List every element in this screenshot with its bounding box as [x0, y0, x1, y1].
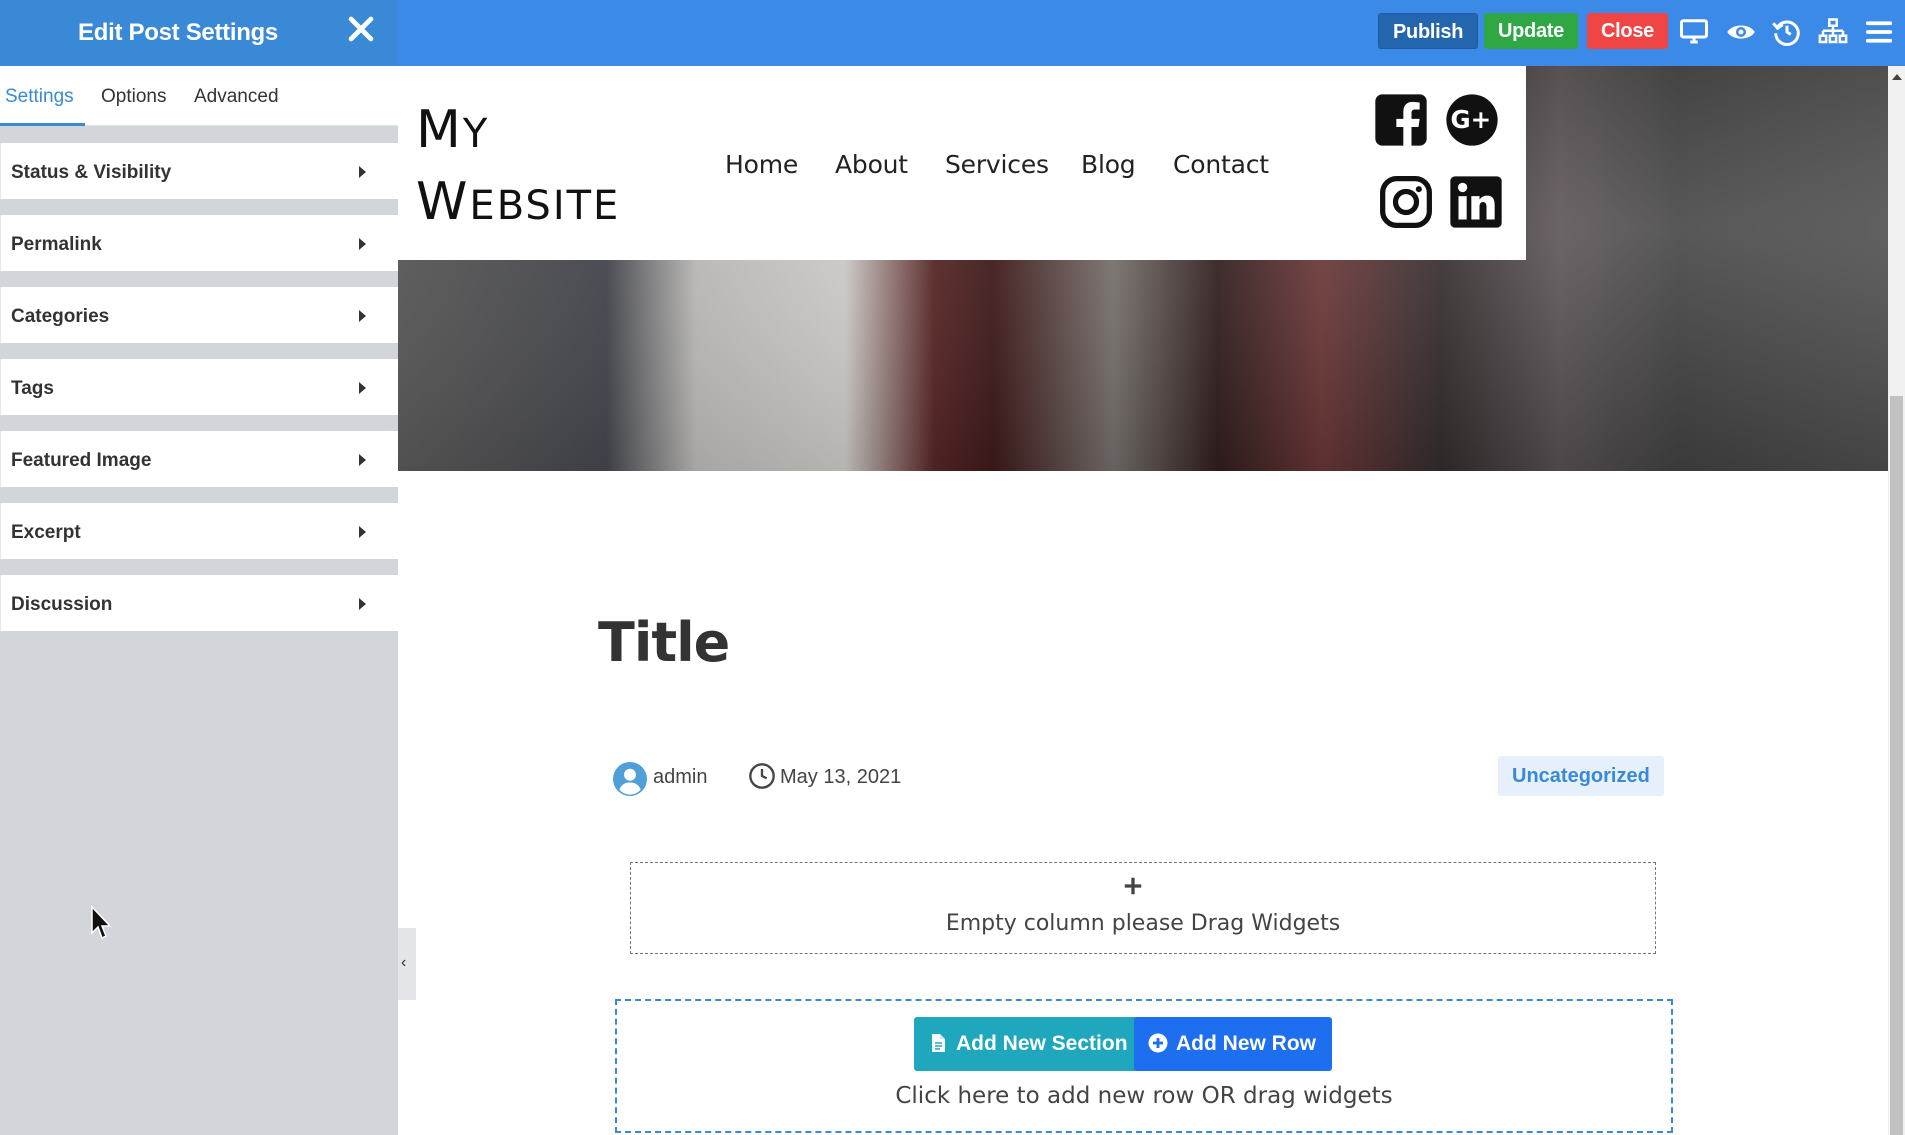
caret-right-icon — [359, 166, 366, 178]
post-author[interactable]: admin — [653, 766, 707, 789]
category-badge[interactable]: Uncategorized — [1498, 756, 1664, 796]
panel-label: Tags — [11, 378, 54, 399]
tab-settings[interactable]: Settings — [5, 86, 74, 108]
document-icon — [932, 1034, 945, 1052]
sidebar-title: Edit Post Settings — [78, 19, 278, 46]
clock-icon — [749, 763, 775, 789]
panel-label: Discussion — [11, 594, 113, 615]
caret-right-icon — [359, 526, 366, 538]
nav-blog[interactable]: Blog — [1081, 150, 1136, 179]
add-row-dropzone[interactable]: Add New Section Add New Row Click here t… — [615, 999, 1673, 1133]
caret-right-icon — [359, 310, 366, 322]
add-new-row-button[interactable]: Add New Row — [1134, 1017, 1332, 1071]
nav-contact[interactable]: Contact — [1173, 150, 1269, 179]
collapse-sidebar-toggle[interactable]: ‹ — [398, 928, 416, 1000]
caret-right-icon — [359, 454, 366, 466]
sidebar-header: Edit Post Settings — [0, 0, 398, 66]
update-button[interactable]: Update — [1484, 13, 1578, 49]
scroll-up-arrow-icon[interactable] — [1892, 74, 1902, 80]
add-section-label: Add New Section — [956, 1032, 1128, 1055]
close-icon — [348, 16, 374, 42]
add-zone-text: Click here to add new row OR drag widget… — [895, 1083, 1393, 1109]
panel-status-visibility[interactable]: Status & Visibility — [0, 143, 398, 199]
publish-button[interactable]: Publish — [1378, 13, 1479, 49]
caret-right-icon — [359, 598, 366, 610]
user-avatar-icon — [613, 762, 647, 796]
nav-about[interactable]: About — [835, 150, 908, 179]
edit-post-settings-sidebar: Edit Post Settings Settings Options Adva… — [0, 0, 398, 1135]
chevron-left-icon: ‹ — [401, 954, 407, 971]
close-sidebar-button[interactable] — [344, 12, 378, 46]
add-row-label: Add New Row — [1176, 1032, 1316, 1055]
mouse-cursor-icon — [91, 905, 112, 940]
page-canvas: MY WEBSITE Home About Services Blog Cont… — [398, 66, 1888, 1135]
panel-tags[interactable]: Tags — [0, 359, 398, 415]
instagram-icon[interactable] — [1378, 174, 1434, 230]
sidebar-tabs: Settings Options Advanced — [0, 66, 398, 126]
panel-featured-image[interactable]: Featured Image — [0, 431, 398, 487]
site-logo[interactable]: MY WEBSITE — [416, 96, 620, 240]
close-button[interactable]: Close — [1587, 13, 1668, 49]
empty-column-dropzone[interactable]: Empty column please Drag Widgets — [630, 862, 1656, 954]
panel-label: Excerpt — [11, 522, 81, 543]
scrollbar-thumb[interactable] — [1890, 396, 1903, 1135]
sitemap-icon[interactable] — [1818, 17, 1848, 47]
nav-services[interactable]: Services — [945, 150, 1049, 179]
tab-advanced[interactable]: Advanced — [194, 86, 279, 108]
page-scrollbar[interactable] — [1888, 66, 1905, 1135]
site-header: MY WEBSITE Home About Services Blog Cont… — [398, 66, 1526, 260]
logo-cap: M — [416, 100, 463, 160]
panel-discussion[interactable]: Discussion — [0, 575, 398, 631]
panel-label: Featured Image — [11, 450, 152, 471]
linkedin-icon[interactable] — [1448, 174, 1504, 230]
logo-cap: W — [416, 172, 470, 232]
eye-icon[interactable] — [1726, 17, 1756, 47]
logo-rest: Y — [462, 111, 490, 157]
history-icon[interactable] — [1772, 17, 1802, 47]
facebook-icon[interactable] — [1373, 92, 1429, 148]
tab-options[interactable]: Options — [101, 86, 166, 108]
plus-icon — [1124, 877, 1142, 895]
panel-excerpt[interactable]: Excerpt — [0, 503, 398, 559]
panel-label: Permalink — [11, 234, 102, 255]
nav-home[interactable]: Home — [725, 150, 798, 179]
add-new-section-button[interactable]: Add New Section — [914, 1017, 1144, 1071]
desktop-icon[interactable] — [1679, 17, 1709, 47]
panel-label: Categories — [11, 306, 110, 327]
google-plus-icon[interactable]: G+ — [1444, 92, 1500, 148]
caret-right-icon — [359, 238, 366, 250]
panel-label: Status & Visibility — [11, 162, 172, 183]
panel-permalink[interactable]: Permalink — [0, 215, 398, 271]
svg-text:G+: G+ — [1451, 105, 1492, 134]
plus-circle-icon — [1148, 1033, 1168, 1053]
post-date: May 13, 2021 — [780, 766, 902, 788]
empty-column-text: Empty column please Drag Widgets — [945, 911, 1341, 936]
editor-toolbar: Publish Update Close — [398, 0, 1905, 66]
caret-right-icon — [359, 382, 366, 394]
panel-categories[interactable]: Categories — [0, 287, 398, 343]
active-tab-indicator — [0, 123, 85, 126]
post-title[interactable]: Title — [598, 611, 730, 674]
logo-rest: EBSITE — [469, 183, 621, 229]
settings-panels: Status & Visibility Permalink Categories… — [0, 126, 398, 631]
menu-icon[interactable] — [1864, 17, 1894, 47]
